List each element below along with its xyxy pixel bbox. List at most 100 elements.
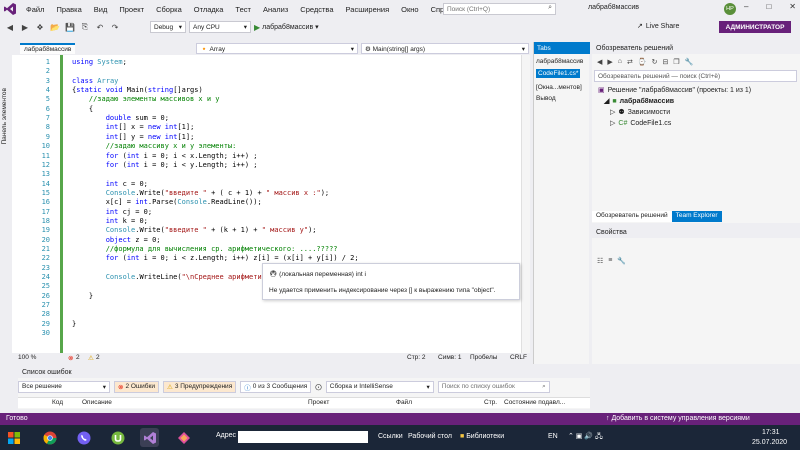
tree-item-solution[interactable]: ▣ Решение "лабраб8массив" (проекты: 1 из… bbox=[598, 86, 751, 95]
search-input[interactable]: Поиск (Ctrl+Q) ⌕ bbox=[443, 3, 556, 15]
menu-extensions[interactable]: Расширения bbox=[346, 5, 390, 14]
back-icon[interactable]: ◀ bbox=[4, 21, 16, 33]
run-button[interactable]: ▶ лабраб8массив ▾ bbox=[254, 23, 319, 32]
utorrent-icon[interactable] bbox=[108, 428, 127, 447]
tabs-item-active[interactable]: CodeFile1.cs* bbox=[536, 69, 581, 78]
categorized-icon[interactable]: ☷ bbox=[597, 257, 603, 265]
code-line[interactable]: int[] y = new int[1]; bbox=[72, 133, 195, 141]
warning-count[interactable]: 2 bbox=[96, 354, 100, 361]
properties-icon[interactable]: 🔧 bbox=[685, 58, 694, 66]
code-line[interactable]: } bbox=[72, 292, 93, 300]
clock-time[interactable]: 17:31 bbox=[762, 429, 780, 436]
minimize-icon[interactable]: – bbox=[744, 2, 748, 11]
language-indicator[interactable]: EN bbox=[548, 433, 558, 440]
collapse-arrow-icon[interactable]: ▷ bbox=[610, 119, 615, 127]
solution-search-input[interactable]: Обозреватель решений — поиск (Ctrl+ё) bbox=[594, 70, 797, 82]
code-line[interactable]: Console.Write("введите " + ( c + 1) + " … bbox=[72, 189, 329, 197]
code-line[interactable]: int cj = 0; bbox=[72, 208, 152, 216]
code-line[interactable]: {static void Main(string[]args) bbox=[72, 86, 203, 94]
close-icon[interactable]: ✕ bbox=[789, 2, 796, 11]
column-line[interactable]: Стр. bbox=[484, 399, 497, 406]
menu-window[interactable]: Окно bbox=[401, 5, 418, 14]
code-line[interactable]: //задаю массиву x и y элементы: bbox=[72, 142, 237, 150]
menu-project[interactable]: Проект bbox=[119, 5, 144, 14]
avatar[interactable]: НР bbox=[724, 3, 736, 15]
doc-tab[interactable]: лабраб8массив bbox=[20, 43, 76, 54]
maximize-icon[interactable]: □ bbox=[766, 2, 771, 11]
code-line[interactable]: int k = 0; bbox=[72, 217, 148, 225]
code-line[interactable]: for (int i = 0; i < y.Length; i++) ; bbox=[72, 161, 258, 169]
visual-studio-taskbar-icon[interactable] bbox=[140, 428, 159, 447]
editor-scrollbar[interactable] bbox=[521, 55, 530, 353]
error-count[interactable]: 2 bbox=[76, 354, 80, 361]
code-line[interactable]: for (int i = 0; i < z.Length; i++) z[i] … bbox=[72, 254, 359, 262]
column-code[interactable]: Код bbox=[52, 399, 63, 406]
save-icon[interactable]: 💾 bbox=[64, 21, 76, 33]
menu-tools[interactable]: Средства bbox=[300, 5, 333, 14]
scope-select[interactable]: Все решение ▾ bbox=[18, 380, 110, 393]
member-navigator[interactable]: ⚙ Main(string[] args) ▾ bbox=[361, 43, 529, 54]
tree-item-project[interactable]: ◢ ■ лабраб8массив bbox=[604, 97, 674, 106]
collapse-arrow-icon[interactable]: ▷ bbox=[610, 108, 615, 116]
menu-debug[interactable]: Отладка bbox=[194, 5, 224, 14]
platform-select[interactable]: Any CPU ▾ bbox=[189, 21, 251, 33]
undo-icon[interactable]: ↶ bbox=[94, 21, 106, 33]
menu-analyze[interactable]: Анализ bbox=[263, 5, 288, 14]
collapse-icon[interactable]: ⊟ bbox=[662, 58, 668, 66]
code-line[interactable]: { bbox=[72, 105, 93, 113]
menu-build[interactable]: Сборка bbox=[156, 5, 182, 14]
sync-icon[interactable]: ⇄ bbox=[627, 58, 633, 66]
code-editor[interactable]: 1 using System; 2 3 class Array 4 {static void… bbox=[12, 55, 530, 353]
build-filter-select[interactable]: Сборка и IntelliSense ▾ bbox=[325, 380, 434, 393]
code-line[interactable]: int c = 0; bbox=[72, 180, 148, 188]
code-line[interactable]: //задаю элементы массивов x и y bbox=[72, 95, 220, 103]
code-line[interactable]: int[] x = new int[1]; bbox=[72, 123, 195, 131]
tab-solution-explorer[interactable]: Обозреватель решений bbox=[592, 211, 672, 222]
menu-file[interactable]: Файл bbox=[26, 5, 44, 14]
code-line[interactable]: class Array bbox=[72, 77, 118, 85]
viber-icon[interactable] bbox=[74, 428, 93, 447]
address-input[interactable] bbox=[238, 431, 368, 443]
new-project-icon[interactable]: ❖ bbox=[34, 21, 46, 33]
code-line[interactable]: double sum = 0; bbox=[72, 114, 169, 122]
code-line[interactable]: Console.Write("введите " + (k + 1) + " м… bbox=[72, 226, 317, 234]
tab-team-explorer[interactable]: Team Explorer bbox=[671, 211, 722, 222]
live-share-button[interactable]: ↗ Live Share bbox=[637, 22, 679, 31]
code-line[interactable]: //формула для вычисления ср. арифметичес… bbox=[72, 245, 338, 253]
desktop-toolbar[interactable]: Рабочий стол bbox=[408, 433, 452, 440]
code-line[interactable]: } bbox=[72, 320, 76, 328]
config-select[interactable]: Debug ▾ bbox=[150, 21, 186, 33]
menu-test[interactable]: Тест bbox=[235, 5, 251, 14]
column-description[interactable]: Описание bbox=[82, 399, 112, 406]
start-windows-icon[interactable] bbox=[4, 428, 23, 447]
zoom-select[interactable]: 100 % bbox=[18, 354, 36, 361]
show-all-icon[interactable]: ❐ bbox=[673, 58, 679, 66]
toolbox-tab[interactable]: Панель элементов bbox=[0, 38, 10, 368]
refresh-icon[interactable]: ↻ bbox=[652, 58, 658, 66]
code-line[interactable]: Console.WriteLine("\nСреднее арифмети bbox=[72, 273, 262, 281]
home-icon[interactable]: ⌂ bbox=[618, 58, 622, 65]
forward-icon[interactable]: ▶ bbox=[607, 58, 612, 66]
save-all-icon[interactable]: ⎘ bbox=[79, 21, 91, 33]
links-toolbar[interactable]: Ссылки bbox=[378, 433, 403, 440]
redo-icon[interactable]: ↷ bbox=[109, 21, 121, 33]
open-icon[interactable]: 📂 bbox=[49, 21, 61, 33]
chrome-icon[interactable] bbox=[40, 428, 59, 447]
back-icon[interactable]: ◀ bbox=[597, 58, 602, 66]
column-file[interactable]: Файл bbox=[396, 399, 412, 406]
menu-view[interactable]: Вид bbox=[94, 5, 108, 14]
code-line[interactable]: x[c] = int.Parse(Console.ReadLine()); bbox=[72, 198, 262, 206]
alphabetical-icon[interactable]: ≡ bbox=[608, 257, 612, 264]
menu-edit[interactable]: Правка bbox=[56, 5, 81, 14]
libraries-toolbar[interactable]: ■ Библиотеки bbox=[460, 433, 504, 440]
code-line[interactable]: using System; bbox=[72, 58, 127, 66]
errors-filter-button[interactable]: ⊗ 2 Ошибки bbox=[114, 380, 159, 393]
warnings-filter-button[interactable]: ⚠ 3 Предупреждения bbox=[162, 380, 237, 393]
tabs-item[interactable]: Вывод bbox=[536, 95, 556, 102]
error-search-input[interactable]: Поиск по списку ошибок ⌕ bbox=[437, 380, 550, 393]
source-control-button[interactable]: ↑ Добавить в систему управления версиями bbox=[606, 415, 750, 422]
messages-filter-button[interactable]: ⓘ 0 из 3 Сообщения bbox=[240, 380, 312, 393]
column-project[interactable]: Проект bbox=[308, 399, 329, 406]
tabs-item[interactable]: [Окна...ментов] bbox=[536, 84, 582, 91]
code-line[interactable]: object z = 0; bbox=[72, 236, 161, 244]
